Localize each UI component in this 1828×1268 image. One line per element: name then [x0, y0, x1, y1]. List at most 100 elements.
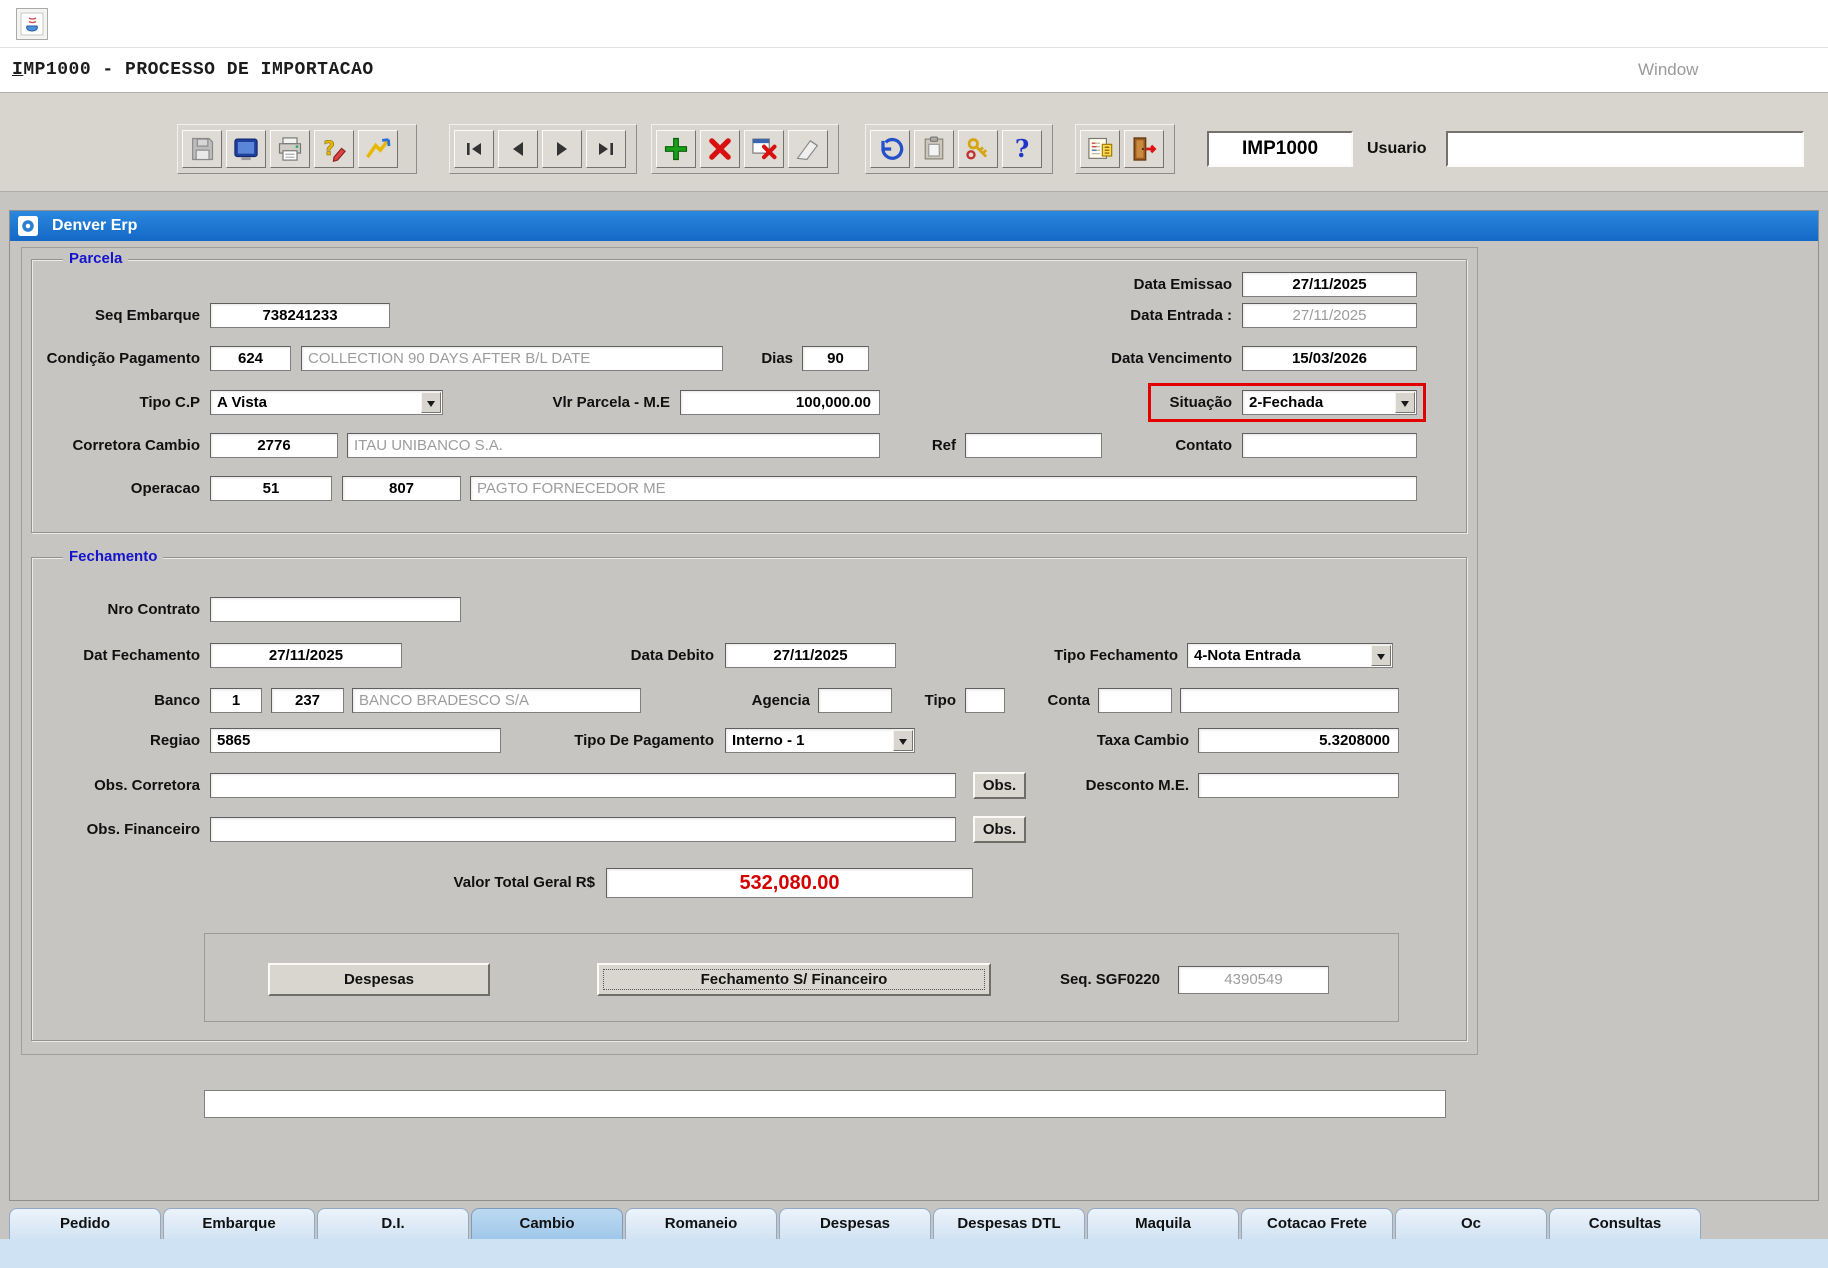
tab-oc[interactable]: Oc [1395, 1208, 1547, 1239]
exit-button[interactable] [1124, 130, 1164, 168]
situacao-dropdown[interactable]: 2-Fechada [1242, 390, 1417, 415]
add-record-button[interactable] [656, 130, 696, 168]
tab-romaneio[interactable]: Romaneio [625, 1208, 777, 1239]
tab-embarque[interactable]: Embarque [163, 1208, 315, 1239]
dropdown-arrow-icon[interactable] [1395, 392, 1415, 413]
banco-code1-field[interactable]: 1 [210, 688, 262, 713]
nav-last-button[interactable] [586, 130, 626, 168]
data-emissao-field[interactable]: 27/11/2025 [1242, 272, 1417, 297]
help-button[interactable]: ? [1002, 130, 1042, 168]
tab-consultas[interactable]: Consultas [1549, 1208, 1701, 1239]
undo-button[interactable] [870, 130, 910, 168]
tab-di[interactable]: D.I. [317, 1208, 469, 1239]
tab-despesas-dtl[interactable]: Despesas DTL [933, 1208, 1085, 1239]
nav-last-icon [599, 143, 613, 155]
window-menu[interactable]: Window [1638, 48, 1698, 92]
clear-button[interactable] [788, 130, 828, 168]
denver-erp-icon [18, 216, 38, 236]
svg-text:?: ? [1015, 135, 1029, 163]
status-message-field[interactable] [204, 1090, 1446, 1118]
condicao-pagamento-code-field[interactable]: 624 [210, 346, 291, 371]
tipo-pagamento-dropdown[interactable]: Interno - 1 [725, 728, 915, 753]
cancel-grid-icon [752, 138, 777, 160]
data-debito-field[interactable]: 27/11/2025 [725, 643, 896, 668]
parcela-group-title: Parcela [63, 251, 129, 267]
operacao-desc-field: PAGTO FORNECEDOR ME [470, 476, 1417, 501]
fechamento-financeiro-button-label: Fechamento S/ Financeiro [700, 971, 888, 988]
bottom-strip [0, 1239, 1828, 1268]
conta-field-1[interactable] [1098, 688, 1172, 713]
nav-previous-button[interactable] [498, 130, 538, 168]
obs-corretora-button[interactable]: Obs. [973, 772, 1026, 799]
agencia-field[interactable] [818, 688, 892, 713]
ref-field[interactable] [965, 433, 1102, 458]
tipo-fechamento-value: 4-Nota Entrada [1194, 647, 1301, 664]
clear-icon [796, 140, 819, 161]
tab-despesas[interactable]: Despesas [779, 1208, 931, 1239]
operacao-code1-field[interactable]: 51 [210, 476, 332, 501]
data-vencimento-field[interactable]: 15/03/2026 [1242, 346, 1417, 371]
taxa-cambio-field[interactable]: 5.3208000 [1198, 728, 1399, 753]
erp-titlebar: Denver Erp [10, 211, 1818, 241]
toolbar-group-records [651, 124, 839, 174]
print-button[interactable] [270, 130, 310, 168]
toolbar-group-navigation [449, 124, 637, 174]
tab-maquila[interactable]: Maquila [1087, 1208, 1239, 1239]
svg-text:?: ? [324, 137, 336, 160]
tipo-conta-field[interactable] [965, 688, 1005, 713]
tab-cotacao-frete[interactable]: Cotacao Frete [1241, 1208, 1393, 1239]
nav-previous-icon [513, 142, 523, 156]
keys-button[interactable] [958, 130, 998, 168]
schedule-button[interactable] [1080, 130, 1120, 168]
operacao-code2-field[interactable]: 807 [342, 476, 461, 501]
delete-record-button[interactable] [700, 130, 740, 168]
obs-financeiro-button[interactable]: Obs. [973, 816, 1026, 843]
despesas-button[interactable]: Despesas [268, 963, 490, 996]
obs-corretora-field[interactable] [210, 773, 956, 798]
nav-first-button[interactable] [454, 130, 494, 168]
dias-field[interactable]: 90 [802, 346, 869, 371]
keys-icon [966, 138, 988, 160]
condicao-pagamento-desc-field: COLLECTION 90 DAYS AFTER B/L DATE [301, 346, 723, 371]
fechamento-financeiro-button[interactable]: Fechamento S/ Financeiro [597, 963, 991, 996]
vlr-parcela-field[interactable]: 100,000.00 [680, 390, 880, 415]
os-title-strip [0, 0, 1828, 48]
banco-code2-field[interactable]: 237 [271, 688, 344, 713]
contato-field[interactable] [1242, 433, 1417, 458]
schedule-icon [1088, 137, 1113, 159]
corretora-cambio-code-field[interactable]: 2776 [210, 433, 338, 458]
cancel-grid-button[interactable] [744, 130, 784, 168]
seq-sgf-field: 4390549 [1178, 966, 1329, 994]
screen-button[interactable] [226, 130, 266, 168]
toolbar-group-edit: ? [865, 124, 1053, 174]
conta-field-2[interactable] [1180, 688, 1399, 713]
tab-pedido[interactable]: Pedido [9, 1208, 161, 1239]
dropdown-arrow-icon[interactable] [1371, 645, 1391, 666]
seq-embarque-field[interactable]: 738241233 [210, 303, 390, 328]
usuario-input[interactable] [1446, 131, 1804, 167]
tipo-cp-dropdown[interactable]: A Vista [210, 390, 443, 415]
save-button[interactable] [182, 130, 222, 168]
nav-next-icon [557, 142, 567, 156]
regiao-field[interactable]: 5865 [210, 728, 501, 753]
dropdown-arrow-icon[interactable] [893, 730, 913, 751]
help-icon: ? [1015, 135, 1029, 163]
nav-next-button[interactable] [542, 130, 582, 168]
toolbar-group-file: ? [177, 124, 417, 174]
tab-cambio[interactable]: Cambio [471, 1208, 623, 1239]
usuario-label: Usuario [1367, 140, 1427, 157]
delete-record-icon [709, 138, 731, 160]
obs-financeiro-field[interactable] [210, 817, 956, 842]
fechamento-group-title: Fechamento [63, 549, 164, 565]
help-wizard-button[interactable] [358, 130, 398, 168]
tipo-fechamento-dropdown[interactable]: 4-Nota Entrada [1187, 643, 1393, 668]
desconto-me-field[interactable] [1198, 773, 1399, 798]
dat-fechamento-field[interactable]: 27/11/2025 [210, 643, 402, 668]
dropdown-arrow-icon[interactable] [421, 392, 441, 413]
paste-button[interactable] [914, 130, 954, 168]
toolbar-group-system [1075, 124, 1175, 174]
java-coffee-icon [20, 12, 44, 36]
nro-contrato-field[interactable] [210, 597, 461, 622]
help-edit-button[interactable]: ? [314, 130, 354, 168]
tipo-pagamento-value: Interno - 1 [732, 732, 805, 749]
